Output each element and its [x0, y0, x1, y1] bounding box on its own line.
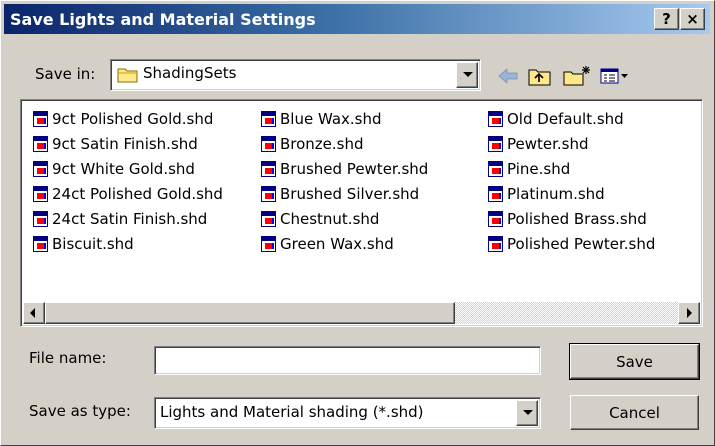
shading-file-icon	[33, 185, 48, 202]
save-button[interactable]: Save	[569, 343, 700, 380]
save-in-value: ShadingSets	[143, 64, 237, 82]
shading-file-icon	[33, 210, 48, 227]
back-arrow-icon[interactable]	[495, 64, 521, 88]
shading-file-icon	[488, 235, 503, 252]
horizontal-scrollbar[interactable]	[23, 302, 700, 324]
chevron-down-icon[interactable]	[456, 62, 478, 88]
shading-file-icon	[261, 235, 276, 252]
file-column-2: Blue Wax.shd Bronze.shd Brushed Pewter.s…	[261, 106, 428, 256]
file-name-field[interactable]	[154, 346, 541, 375]
save-dialog: Save Lights and Material Settings ? × Sa…	[0, 0, 715, 446]
save-in-label: Save in:	[35, 65, 96, 83]
shading-file-icon	[33, 160, 48, 177]
dialog-title: Save Lights and Material Settings	[10, 9, 316, 29]
shading-file-icon	[261, 110, 276, 127]
view-menu-icon[interactable]	[598, 64, 632, 88]
list-item[interactable]: Bronze.shd	[261, 131, 428, 156]
save-as-type-value: Lights and Material shading (*.shd)	[160, 403, 424, 421]
shading-file-icon	[261, 160, 276, 177]
list-item[interactable]: Green Wax.shd	[261, 231, 428, 256]
shading-file-icon	[261, 185, 276, 202]
save-in-dropdown[interactable]: ShadingSets	[110, 59, 481, 91]
list-item[interactable]: 9ct Satin Finish.shd	[33, 131, 223, 156]
list-item[interactable]: Brushed Pewter.shd	[261, 156, 428, 181]
save-as-type-dropdown[interactable]: Lights and Material shading (*.shd)	[154, 397, 541, 429]
shading-file-icon	[33, 110, 48, 127]
folder-icon	[117, 68, 138, 83]
shading-file-icon	[488, 135, 503, 152]
shading-file-icon	[33, 135, 48, 152]
new-folder-icon[interactable]	[561, 64, 593, 88]
help-button[interactable]: ?	[654, 8, 679, 30]
save-as-type-label: Save as type:	[29, 402, 131, 420]
scroll-right-button[interactable]	[678, 302, 700, 324]
cancel-button[interactable]: Cancel	[570, 395, 699, 430]
list-item[interactable]: Blue Wax.shd	[261, 106, 428, 131]
list-item[interactable]: 24ct Satin Finish.shd	[33, 206, 223, 231]
scroll-left-button[interactable]	[23, 302, 45, 324]
list-item[interactable]: Platinum.shd	[488, 181, 655, 206]
file-column-1: 9ct Polished Gold.shd 9ct Satin Finish.s…	[33, 106, 223, 256]
chevron-down-icon[interactable]	[516, 400, 538, 426]
title-bar[interactable]: Save Lights and Material Settings ? ×	[4, 4, 710, 34]
file-column-3: Old Default.shd Pewter.shd Pine.shd Plat…	[488, 106, 655, 256]
shading-file-icon	[261, 210, 276, 227]
shading-file-icon	[488, 160, 503, 177]
list-item[interactable]: Polished Brass.shd	[488, 206, 655, 231]
list-item[interactable]: Pine.shd	[488, 156, 655, 181]
file-list[interactable]: 9ct Polished Gold.shd 9ct Satin Finish.s…	[20, 99, 703, 327]
list-item[interactable]: Brushed Silver.shd	[261, 181, 428, 206]
shading-file-icon	[488, 210, 503, 227]
file-name-label: File name:	[29, 349, 107, 367]
close-button[interactable]: ×	[680, 8, 705, 30]
shading-file-icon	[261, 135, 276, 152]
list-item[interactable]: Biscuit.shd	[33, 231, 223, 256]
list-item[interactable]: 9ct White Gold.shd	[33, 156, 223, 181]
up-folder-icon[interactable]	[526, 64, 554, 88]
scroll-thumb[interactable]	[45, 302, 455, 324]
shading-file-icon	[488, 110, 503, 127]
list-item[interactable]: 9ct Polished Gold.shd	[33, 106, 223, 131]
list-item[interactable]: 24ct Polished Gold.shd	[33, 181, 223, 206]
shading-file-icon	[33, 235, 48, 252]
list-item[interactable]: Polished Pewter.shd	[488, 231, 655, 256]
shading-file-icon	[488, 185, 503, 202]
list-item[interactable]: Chestnut.shd	[261, 206, 428, 231]
list-item[interactable]: Old Default.shd	[488, 106, 655, 131]
list-item[interactable]: Pewter.shd	[488, 131, 655, 156]
